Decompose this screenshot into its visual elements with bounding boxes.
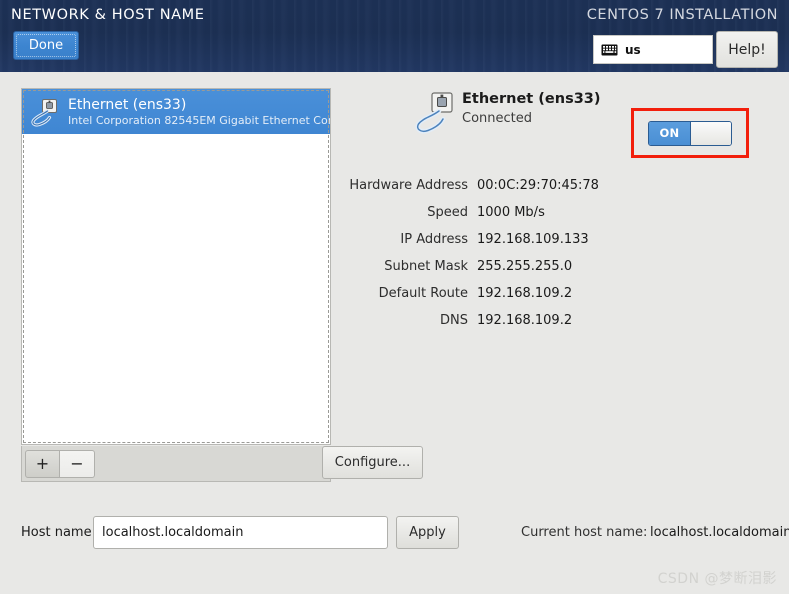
list-item-device-name: Ethernet (ens33) <box>68 96 187 113</box>
add-device-button[interactable]: + <box>25 449 60 478</box>
property-value: 1000 Mb/s <box>477 205 545 220</box>
device-detail-pane: Ethernet (ens33) Connected ON Hardware A… <box>340 88 780 328</box>
device-toggle-on-label: ON <box>649 121 690 145</box>
remove-device-label: − <box>70 454 84 473</box>
device-properties-table: Hardware Address 00:0C:29:70:45:78 Speed… <box>340 172 780 334</box>
done-button-label: Done <box>28 38 64 53</box>
device-detail-titles: Ethernet (ens33) Connected <box>462 89 601 128</box>
property-row: Default Route 192.168.109.2 <box>340 280 780 307</box>
device-connection-status: Connected <box>462 111 533 126</box>
device-power-toggle[interactable]: ON <box>648 120 732 146</box>
property-row: Subnet Mask 255.255.255.0 <box>340 253 780 280</box>
device-list-toolbar: + − <box>21 446 331 482</box>
help-button-label: Help! <box>728 41 766 58</box>
add-device-label: + <box>35 454 50 473</box>
apply-button[interactable]: Apply <box>396 516 459 549</box>
current-hostname-value: localhost.localdomain <box>650 525 789 540</box>
configure-button-label: Configure... <box>334 455 411 470</box>
hostname-row: Host name: Apply Current host name: loca… <box>0 516 789 550</box>
list-item-device-description: Intel Corporation 82545EM Gigabit Ethern… <box>68 113 330 127</box>
property-value: 192.168.109.2 <box>477 286 573 301</box>
device-detail-name: Ethernet (ens33) <box>462 91 601 107</box>
hostname-input[interactable] <box>93 516 388 549</box>
property-value: 255.255.255.0 <box>477 259 573 274</box>
apply-button-label: Apply <box>409 525 446 540</box>
property-row: Hardware Address 00:0C:29:70:45:78 <box>340 172 780 199</box>
property-label: Subnet Mask <box>384 259 468 274</box>
property-row: Speed 1000 Mb/s <box>340 199 780 226</box>
property-label: IP Address <box>400 232 468 247</box>
configure-button[interactable]: Configure... <box>322 446 423 479</box>
hostname-label: Host name: <box>21 525 96 540</box>
installation-title: CENTOS 7 INSTALLATION <box>586 7 778 23</box>
keyboard-layout-indicator[interactable]: us <box>593 35 713 64</box>
current-hostname-label: Current host name: <box>521 525 648 540</box>
property-value: 192.168.109.133 <box>477 232 589 247</box>
device-toggle-highlight: ON <box>631 108 749 158</box>
property-label: Speed <box>427 205 468 220</box>
watermark-text: CSDN @梦断泪影 <box>657 571 777 587</box>
network-device-list[interactable]: Ethernet (ens33) Intel Corporation 82545… <box>21 88 331 445</box>
property-row: IP Address 192.168.109.133 <box>340 226 780 253</box>
help-button[interactable]: Help! <box>716 31 778 68</box>
property-label: DNS <box>440 313 468 328</box>
keyboard-layout-label: us <box>625 42 641 57</box>
ethernet-port-icon <box>415 92 453 134</box>
network-configuration-panel: Ethernet (ens33) Intel Corporation 82545… <box>0 72 789 594</box>
ethernet-port-icon <box>31 98 57 127</box>
page-title: NETWORK & HOST NAME <box>11 7 205 23</box>
installer-header-bar: NETWORK & HOST NAME CENTOS 7 INSTALLATIO… <box>0 0 789 72</box>
list-item-text: Ethernet (ens33) Intel Corporation 82545… <box>68 96 330 128</box>
list-item-ethernet-ens33[interactable]: Ethernet (ens33) Intel Corporation 82545… <box>22 89 330 134</box>
property-value: 192.168.109.2 <box>477 313 573 328</box>
property-label: Hardware Address <box>349 178 468 193</box>
remove-device-button[interactable]: − <box>60 449 95 478</box>
property-label: Default Route <box>378 286 468 301</box>
property-row: DNS 192.168.109.2 <box>340 307 780 334</box>
device-toggle-knob[interactable] <box>689 121 731 145</box>
property-value: 00:0C:29:70:45:78 <box>477 178 599 193</box>
done-button[interactable]: Done <box>13 31 79 60</box>
keyboard-icon <box>601 44 618 55</box>
